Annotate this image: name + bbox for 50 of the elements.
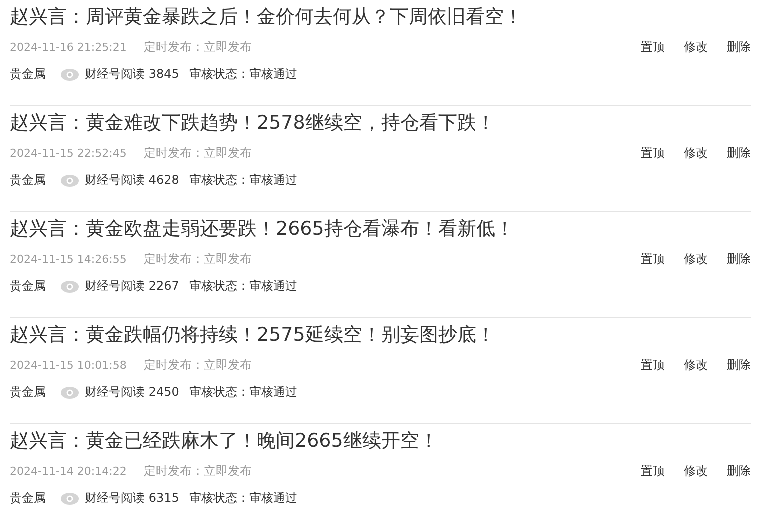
eye-icon (61, 280, 79, 292)
schedule-status: 定时发布：立即发布 (144, 144, 252, 162)
action-link[interactable]: 删除 (727, 144, 751, 162)
category-label: 贵金属 (10, 490, 46, 507)
eye-icon (61, 68, 79, 80)
article-title[interactable]: 赵兴言：黄金跌幅仍将持续！2575延续空！别妄图抄底！ (10, 322, 751, 348)
action-link[interactable]: 修改 (684, 250, 708, 268)
article-title[interactable]: 赵兴言：黄金已经跌麻木了！晚间2665继续开空！ (10, 428, 751, 454)
review-status: 审核状态：审核通过 (189, 66, 298, 83)
read-count: 财经号阅读 6315 (85, 490, 180, 507)
eye-icon (61, 174, 79, 186)
category-label: 贵金属 (10, 66, 46, 83)
review-status: 审核状态：审核通过 (189, 278, 298, 295)
publish-time: 2024-11-15 14:26:55 (10, 252, 128, 266)
read-count: 财经号阅读 2450 (85, 384, 180, 401)
article-title[interactable]: 赵兴言：黄金难改下跌趋势！2578继续空，持仓看下跌！ (10, 110, 751, 136)
action-link[interactable]: 删除 (727, 38, 751, 56)
read-count: 财经号阅读 2267 (85, 278, 180, 295)
publish-time: 2024-11-14 20:14:22 (10, 464, 128, 478)
action-link[interactable]: 置顶 (641, 38, 665, 56)
read-count: 财经号阅读 4628 (85, 172, 180, 189)
action-link[interactable]: 修改 (684, 144, 708, 162)
category-label: 贵金属 (10, 278, 46, 295)
action-link[interactable]: 修改 (684, 356, 708, 374)
schedule-status: 定时发布：立即发布 (144, 356, 252, 374)
article-title[interactable]: 赵兴言：周评黄金暴跌之后！金价何去何从？下周依旧看空！ (10, 4, 751, 30)
action-link[interactable]: 删除 (727, 250, 751, 268)
publish-time: 2024-11-16 21:25:21 (10, 40, 128, 54)
action-link[interactable]: 置顶 (641, 250, 665, 268)
action-link[interactable]: 修改 (684, 38, 708, 56)
eye-icon (61, 492, 79, 504)
review-status: 审核状态：审核通过 (189, 172, 298, 189)
category-label: 贵金属 (10, 172, 46, 189)
action-link[interactable]: 修改 (684, 462, 708, 480)
read-count: 财经号阅读 3845 (85, 66, 180, 83)
eye-icon (61, 386, 79, 398)
schedule-status: 定时发布：立即发布 (144, 38, 252, 56)
action-link[interactable]: 删除 (727, 356, 751, 374)
review-status: 审核状态：审核通过 (189, 384, 298, 401)
action-link[interactable]: 置顶 (641, 144, 665, 162)
schedule-status: 定时发布：立即发布 (144, 250, 252, 268)
action-link[interactable]: 置顶 (641, 356, 665, 374)
action-link[interactable]: 删除 (727, 462, 751, 480)
publish-time: 2024-11-15 10:01:58 (10, 358, 128, 372)
schedule-status: 定时发布：立即发布 (144, 462, 252, 480)
publish-time: 2024-11-15 22:52:45 (10, 146, 128, 160)
category-label: 贵金属 (10, 384, 46, 401)
review-status: 审核状态：审核通过 (189, 490, 298, 507)
action-link[interactable]: 置顶 (641, 462, 665, 480)
article-title[interactable]: 赵兴言：黄金欧盘走弱还要跌！2665持仓看瀑布！看新低！ (10, 216, 751, 242)
